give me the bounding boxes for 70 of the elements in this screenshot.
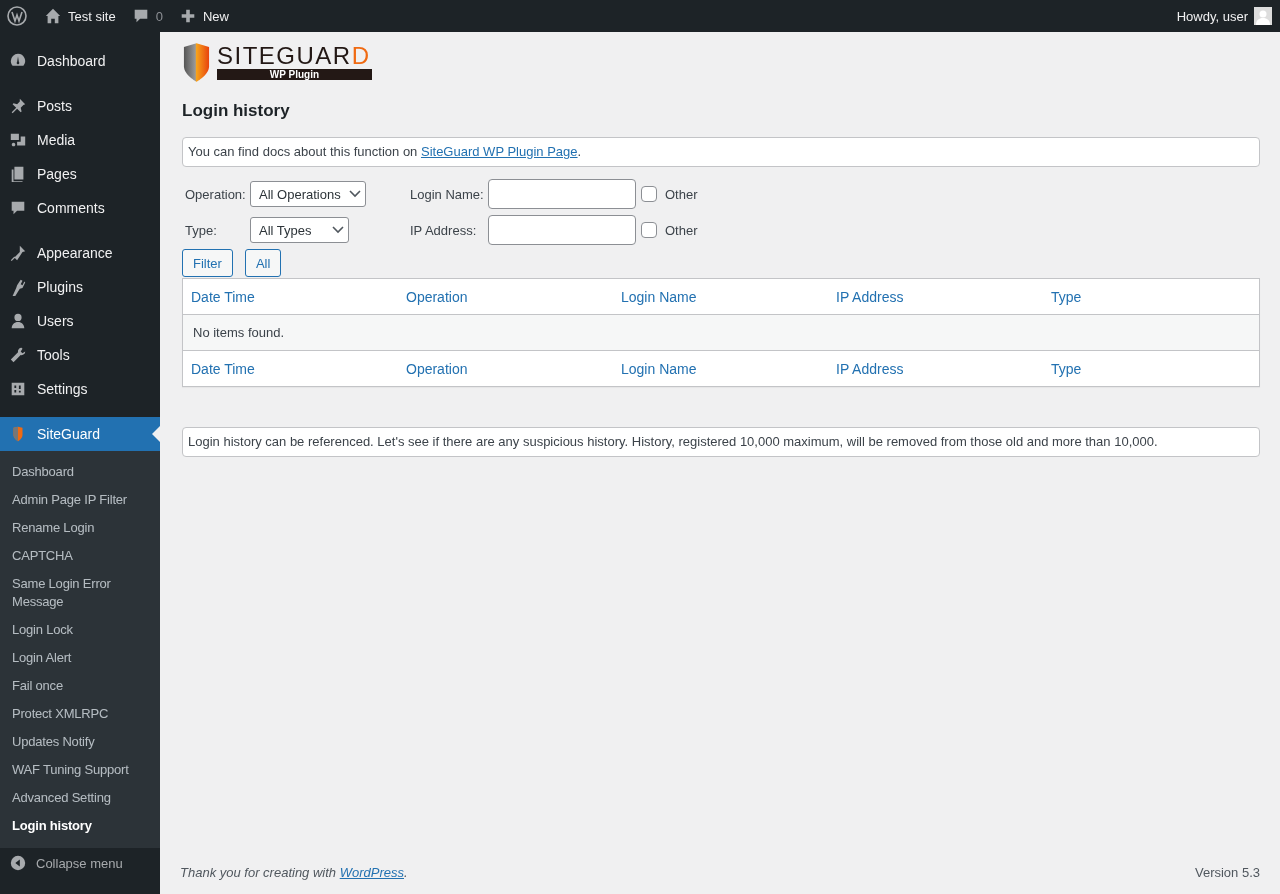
submenu-item[interactable]: Fail once [0, 672, 160, 700]
other-checkbox[interactable] [641, 222, 657, 238]
checkbox-label: Other [665, 186, 698, 202]
column-header[interactable]: Operation [398, 288, 613, 305]
menu-item[interactable]: Media [0, 123, 160, 157]
wordpress-link[interactable]: WordPress [339, 865, 404, 880]
checkbox-label: Other [665, 222, 698, 238]
left-arrow-circle-icon [9, 854, 27, 872]
other-checkbox[interactable] [641, 186, 657, 202]
column-footer[interactable]: Date Time [183, 360, 398, 377]
shield-logo-icon [182, 42, 211, 83]
site-link[interactable]: Test site [36, 0, 124, 32]
column-footer[interactable]: Login Name [613, 360, 828, 377]
column-header[interactable]: Login Name [613, 288, 828, 305]
column-footer[interactable]: Operation [398, 360, 613, 377]
wordpress-logo-icon[interactable] [7, 6, 27, 26]
submenu-item[interactable]: Login Alert [0, 644, 160, 672]
submenu-item[interactable]: Login Lock [0, 616, 160, 644]
ip-address-field[interactable] [488, 215, 636, 245]
login-name-field[interactable] [488, 179, 636, 209]
empty-message: No items found. [192, 325, 285, 340]
logo-wordmark: SITEGUARD [217, 45, 372, 67]
page-title: Login history [182, 101, 291, 121]
submenu-item[interactable]: Admin Page IP Filter [0, 486, 160, 514]
comments-link[interactable]: 0 [123, 0, 171, 32]
submenu-item[interactable]: Advanced Setting [0, 784, 160, 812]
column-footer[interactable]: Type [1043, 360, 1258, 377]
footer-text: Thank you for creating with WordPress. [180, 865, 408, 880]
notice-text: Login history can be referenced. Let's see if there are any suspicious history. History, registered 10,000 maximum, will be removed from those old and more than 10,000. [188, 434, 1158, 449]
field-label: Type: [185, 222, 218, 238]
chevron-down-icon [332, 226, 344, 234]
field-label: Login Name: [410, 186, 485, 202]
menu-item[interactable]: Settings [0, 372, 160, 406]
show-all-button[interactable]: All [244, 249, 282, 277]
submenu-item[interactable]: Protect XMLRPC [0, 700, 160, 728]
new-content-link[interactable]: New [170, 0, 237, 32]
column-header[interactable]: IP Address [828, 288, 1043, 305]
menu-item[interactable]: Posts [0, 89, 160, 123]
operation-select[interactable]: All Operations [250, 181, 366, 207]
notice-text: You can find docs about this function on SiteGuard WP Plugin Page. [188, 144, 582, 159]
column-header[interactable]: Type [1043, 288, 1258, 305]
submenu-item[interactable]: CAPTCHA [0, 542, 160, 570]
logo-tagline: WP Plugin [217, 69, 372, 80]
menu-item[interactable]: Comments [0, 191, 160, 225]
menu-item[interactable]: Appearance [0, 236, 160, 270]
submenu-item[interactable]: WAF Tuning Support [0, 756, 160, 784]
filter-button[interactable]: Filter [182, 249, 233, 277]
menu-item[interactable]: Plugins [0, 270, 160, 304]
field-label: IP Address: [410, 222, 478, 238]
menu-item[interactable]: Tools [0, 338, 160, 372]
submenu-item[interactable]: Rename Login [0, 514, 160, 542]
field-label: Operation: [185, 186, 247, 202]
avatar-icon [1254, 7, 1272, 25]
column-footer[interactable]: IP Address [828, 360, 1043, 377]
type-select[interactable]: All Types [250, 217, 349, 243]
menu-item[interactable]: Pages [0, 157, 160, 191]
column-header[interactable]: Date Time [183, 288, 398, 305]
menu-item[interactable]: Users [0, 304, 160, 338]
home-icon [44, 7, 62, 25]
docs-link[interactable]: SiteGuard WP Plugin Page [420, 144, 578, 159]
menu-item[interactable]: SiteGuard [0, 417, 160, 451]
submenu-item[interactable]: Dashboard [0, 458, 160, 486]
menu-item[interactable]: Dashboard [0, 44, 160, 78]
account-link[interactable]: Howdy, user [1168, 0, 1280, 32]
collapse-menu-button[interactable]: Collapse menu [0, 848, 160, 878]
submenu-item[interactable]: Same Login Error Message [0, 570, 160, 616]
submenu-item[interactable]: Updates Notify [0, 728, 160, 756]
version-text: Version 5.3 [1194, 865, 1260, 880]
chevron-down-icon [349, 190, 361, 198]
submenu-item[interactable]: Login history [0, 812, 160, 840]
